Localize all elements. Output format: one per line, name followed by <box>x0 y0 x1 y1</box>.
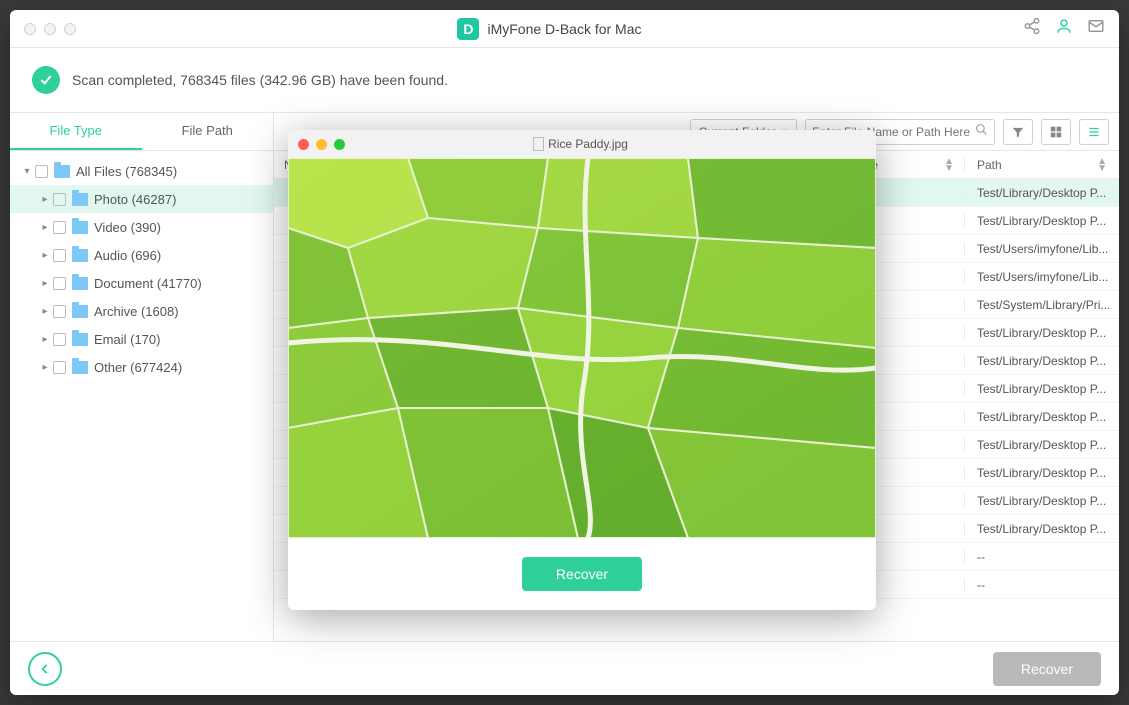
preview-window: Rice Paddy.jpg <box>288 130 876 610</box>
checkbox[interactable] <box>53 361 66 374</box>
cell-path: Test/Library/Desktop P... <box>964 522 1119 536</box>
grid-view-button[interactable] <box>1041 119 1071 145</box>
status-text: Scan completed, 768345 files (342.96 GB)… <box>72 72 448 88</box>
caret-right-icon: ▸ <box>40 194 50 205</box>
caret-right-icon: ▸ <box>40 362 50 373</box>
cell-path: Test/System/Library/Pri... <box>964 298 1119 312</box>
preview-window-controls[interactable] <box>298 139 345 150</box>
cell-path: Test/Library/Desktop P... <box>964 326 1119 340</box>
tree-root[interactable]: ▾ All Files (768345) <box>10 157 273 185</box>
th-path[interactable]: Path▲▼ <box>964 158 1119 172</box>
tree-label: Audio (696) <box>94 248 161 263</box>
caret-right-icon: ▸ <box>40 250 50 261</box>
sort-icon: ▲▼ <box>1097 158 1107 172</box>
cell-path: Test/Users/imyfone/Lib... <box>964 242 1119 256</box>
tree-item[interactable]: ▸ Other (677424) <box>10 353 273 381</box>
tree-label: Email (170) <box>94 332 160 347</box>
window-controls[interactable] <box>24 23 76 35</box>
cell-path: Test/Library/Desktop P... <box>964 410 1119 424</box>
checkbox[interactable] <box>53 193 66 206</box>
sidebar: File Type File Path ▾ All Files (768345) ▸… <box>10 113 274 641</box>
share-icon[interactable] <box>1023 17 1041 40</box>
folder-icon <box>54 165 70 178</box>
app-title: iMyFone D-Back for Mac <box>487 21 641 37</box>
cell-path: Test/Library/Desktop P... <box>964 186 1119 200</box>
cell-path: -- <box>964 550 1119 564</box>
folder-icon <box>72 333 88 346</box>
cell-path: Test/Library/Desktop P... <box>964 214 1119 228</box>
folder-icon <box>72 249 88 262</box>
tree-label: Video (390) <box>94 220 161 235</box>
user-icon[interactable] <box>1055 17 1073 40</box>
checkbox[interactable] <box>35 165 48 178</box>
tree-label: Archive (1608) <box>94 304 179 319</box>
tree-label: Document (41770) <box>94 276 202 291</box>
tree-label: Photo (46287) <box>94 192 176 207</box>
cell-path: Test/Library/Desktop P... <box>964 438 1119 452</box>
app-logo-icon: D <box>457 18 479 40</box>
scan-status: Scan completed, 768345 files (342.96 GB)… <box>10 48 1119 112</box>
folder-icon <box>72 277 88 290</box>
sort-icon: ▲▼ <box>944 158 954 172</box>
caret-right-icon: ▸ <box>40 222 50 233</box>
cell-path: Test/Library/Desktop P... <box>964 382 1119 396</box>
folder-icon <box>72 305 88 318</box>
back-button[interactable] <box>28 652 62 686</box>
folder-icon <box>72 193 88 206</box>
search-icon[interactable] <box>975 123 988 141</box>
check-circle-icon <box>32 66 60 94</box>
cell-path: Test/Library/Desktop P... <box>964 354 1119 368</box>
folder-icon <box>72 221 88 234</box>
caret-right-icon: ▸ <box>40 334 50 345</box>
cell-path: Test/Library/Desktop P... <box>964 494 1119 508</box>
tree-label: Other (677424) <box>94 360 182 375</box>
mail-icon[interactable] <box>1087 17 1105 40</box>
caret-down-icon: ▾ <box>22 166 32 177</box>
checkbox[interactable] <box>53 249 66 262</box>
folder-icon <box>72 361 88 374</box>
tree-item[interactable]: ▸ Video (390) <box>10 213 273 241</box>
tree-item[interactable]: ▸ Photo (46287) <box>10 185 273 213</box>
caret-right-icon: ▸ <box>40 306 50 317</box>
checkbox[interactable] <box>53 333 66 346</box>
preview-image <box>288 158 876 538</box>
app-window: D iMyFone D-Back for Mac Scan completed,… <box>10 10 1119 695</box>
titlebar: D iMyFone D-Back for Mac <box>10 10 1119 48</box>
file-tree: ▾ All Files (768345) ▸ Photo (46287) ▸ Video … <box>10 151 273 387</box>
tree-item[interactable]: ▸ Audio (696) <box>10 241 273 269</box>
recover-button[interactable]: Recover <box>993 652 1101 686</box>
tree-item[interactable]: ▸ Document (41770) <box>10 269 273 297</box>
tree-label: All Files (768345) <box>76 164 177 179</box>
cell-path: Test/Users/imyfone/Lib... <box>964 270 1119 284</box>
preview-recover-button[interactable]: Recover <box>522 557 642 591</box>
tab-file-path[interactable]: File Path <box>142 113 274 150</box>
preview-filename: Rice Paddy.jpg <box>353 137 808 151</box>
cell-path: -- <box>964 578 1119 592</box>
checkbox[interactable] <box>53 305 66 318</box>
tree-item[interactable]: ▸ Email (170) <box>10 325 273 353</box>
filter-button[interactable] <box>1003 119 1033 145</box>
checkbox[interactable] <box>53 277 66 290</box>
footer: Recover <box>10 641 1119 695</box>
cell-path: Test/Library/Desktop P... <box>964 466 1119 480</box>
caret-right-icon: ▸ <box>40 278 50 289</box>
tab-file-type[interactable]: File Type <box>10 113 142 150</box>
list-view-button[interactable] <box>1079 119 1109 145</box>
file-icon <box>533 137 544 151</box>
checkbox[interactable] <box>53 221 66 234</box>
tree-item[interactable]: ▸ Archive (1608) <box>10 297 273 325</box>
